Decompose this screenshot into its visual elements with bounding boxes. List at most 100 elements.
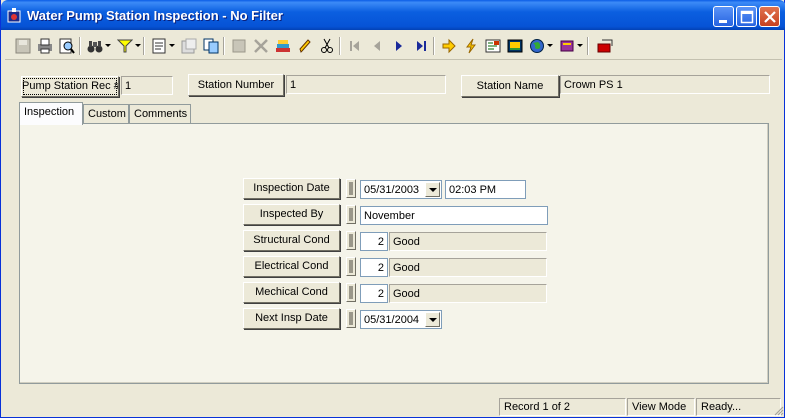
- maximize-button[interactable]: [736, 6, 757, 27]
- toolbar-cut-button[interactable]: [317, 36, 337, 56]
- help-book-icon: [560, 40, 574, 52]
- toolbar: [5, 32, 782, 60]
- image-icon: [507, 39, 523, 53]
- inspected-by-selector[interactable]: [346, 205, 356, 224]
- first-record-icon: [350, 41, 359, 51]
- lightning-icon: [466, 38, 476, 54]
- toolbar-preview-button[interactable]: [57, 36, 77, 56]
- binoculars-icon: [87, 41, 103, 53]
- inspection-time-value: 02:03 PM: [449, 184, 497, 196]
- inspected-by-button[interactable]: Inspected By: [243, 204, 340, 225]
- mechanical-cond-selector[interactable]: [346, 283, 356, 302]
- toolbar-separator: [433, 37, 435, 55]
- map-icon: [485, 39, 501, 53]
- date-dropdown-icon[interactable]: [425, 312, 440, 327]
- station-name-button[interactable]: Station Name: [461, 75, 559, 97]
- structural-cond-text: Good: [389, 232, 547, 251]
- last-record-icon: [417, 41, 426, 51]
- toolbar-find-button[interactable]: [85, 36, 105, 56]
- date-dropdown-icon[interactable]: [425, 182, 440, 197]
- window-title: Water Pump Station Inspection - No Filte…: [27, 8, 283, 23]
- next-insp-date-value: 05/31/2004: [364, 314, 420, 326]
- arrow-right-icon: [442, 38, 456, 54]
- toolbar-map-button[interactable]: [483, 36, 503, 56]
- printer-icon: [38, 38, 52, 54]
- toolbar-edit-record-button[interactable]: [179, 36, 199, 56]
- status-bar: Record 1 of 2 View Mode Ready...: [1, 396, 785, 418]
- save-icon: [15, 38, 31, 54]
- pump-station-rec-field[interactable]: 1: [121, 76, 173, 95]
- toolbar-report-button[interactable]: [149, 36, 169, 56]
- electrical-cond-selector[interactable]: [346, 257, 356, 276]
- toolbar-books-button[interactable]: [273, 36, 293, 56]
- toolbar-pencil-button[interactable]: [295, 36, 315, 56]
- status-mode: View Mode: [627, 398, 695, 416]
- electrical-cond-button[interactable]: Electrical Cond: [243, 256, 340, 277]
- toolbar-image-button[interactable]: [505, 36, 525, 56]
- status-state: Ready...: [696, 398, 781, 416]
- inspection-time-field[interactable]: 02:03 PM: [445, 180, 526, 199]
- tab-inspection[interactable]: Inspection: [19, 102, 83, 125]
- next-insp-date-button[interactable]: Next Insp Date: [243, 308, 340, 329]
- inspection-date-selector[interactable]: [346, 179, 356, 198]
- pencil-icon: [299, 39, 311, 53]
- electrical-cond-code[interactable]: 2: [360, 258, 388, 277]
- toolbar-delete-button[interactable]: [251, 36, 271, 56]
- next-insp-date-picker[interactable]: 05/31/2004: [360, 310, 442, 329]
- next-insp-date-selector[interactable]: [346, 309, 356, 328]
- title-bar[interactable]: Water Pump Station Inspection - No Filte…: [1, 0, 785, 30]
- scissors-icon: [321, 38, 333, 53]
- toolbar-print-button[interactable]: [35, 36, 55, 56]
- structural-cond-selector[interactable]: [346, 231, 356, 250]
- toolbar-exit-button[interactable]: [595, 36, 615, 56]
- station-name-field[interactable]: Crown PS 1: [560, 75, 770, 94]
- toolbar-save-button[interactable]: [13, 36, 33, 56]
- toolbar-goto-button[interactable]: [439, 36, 459, 56]
- inspected-by-field[interactable]: November: [360, 206, 548, 225]
- pump-station-rec-button[interactable]: Pump Station Rec #: [21, 76, 119, 97]
- toolbar-separator: [143, 37, 145, 55]
- inspection-date-picker[interactable]: 05/31/2003: [360, 180, 442, 199]
- close-icon: [764, 11, 776, 23]
- toolbar-new-button[interactable]: [229, 36, 249, 56]
- new-record-icon: [232, 39, 246, 53]
- last-record-button[interactable]: [411, 36, 431, 56]
- exit-icon: [597, 39, 613, 53]
- mechanical-cond-code[interactable]: 2: [360, 284, 388, 303]
- mechanical-cond-button[interactable]: Mechical Cond: [243, 282, 340, 303]
- globe-dropdown-icon[interactable]: [547, 44, 553, 47]
- next-record-button[interactable]: [389, 36, 409, 56]
- toolbar-lightning-button[interactable]: [461, 36, 481, 56]
- station-number-button[interactable]: Station Number: [188, 74, 284, 96]
- previous-record-button[interactable]: [367, 36, 387, 56]
- minimize-button[interactable]: [713, 6, 734, 27]
- status-record: Record 1 of 2: [499, 398, 626, 416]
- delete-icon: [254, 39, 268, 53]
- inspection-date-value: 05/31/2003: [364, 184, 420, 196]
- toolbar-help-book-button[interactable]: [557, 36, 577, 56]
- toolbar-filter-button[interactable]: [115, 36, 135, 56]
- find-dropdown-icon[interactable]: [105, 44, 111, 47]
- toolbar-separator: [79, 37, 81, 55]
- inspection-panel: [19, 123, 769, 384]
- resize-grip-icon[interactable]: [772, 404, 784, 416]
- filter-dropdown-icon[interactable]: [135, 44, 141, 47]
- inspection-date-button[interactable]: Inspection Date: [243, 178, 340, 199]
- structural-cond-code[interactable]: 2: [360, 232, 388, 251]
- report-dropdown-icon[interactable]: [169, 44, 175, 47]
- toolbar-separator: [339, 37, 341, 55]
- structural-cond-button[interactable]: Structural Cond: [243, 230, 340, 251]
- electrical-cond-text: Good: [389, 258, 547, 277]
- station-number-field[interactable]: 1: [286, 75, 446, 94]
- first-record-button[interactable]: [345, 36, 365, 56]
- copy-icon: [203, 38, 219, 54]
- tab-comments[interactable]: Comments: [129, 104, 191, 124]
- tab-custom[interactable]: Custom: [83, 104, 129, 124]
- next-record-icon: [396, 41, 402, 51]
- edit-record-icon: [181, 38, 197, 54]
- toolbar-copy-button[interactable]: [201, 36, 221, 56]
- toolbar-globe-button[interactable]: [527, 36, 547, 56]
- toolbar-separator: [587, 37, 589, 55]
- help-dropdown-icon[interactable]: [577, 44, 583, 47]
- close-button[interactable]: [759, 6, 780, 27]
